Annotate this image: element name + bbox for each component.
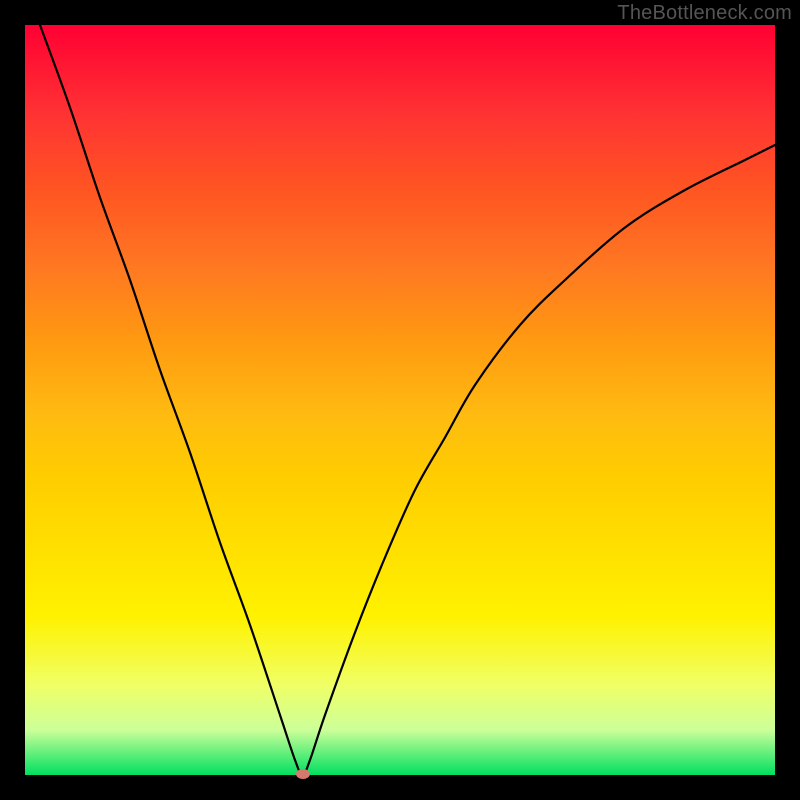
chart-plot-area <box>25 25 775 775</box>
watermark-text: TheBottleneck.com <box>617 2 792 25</box>
minimum-marker <box>296 769 310 779</box>
